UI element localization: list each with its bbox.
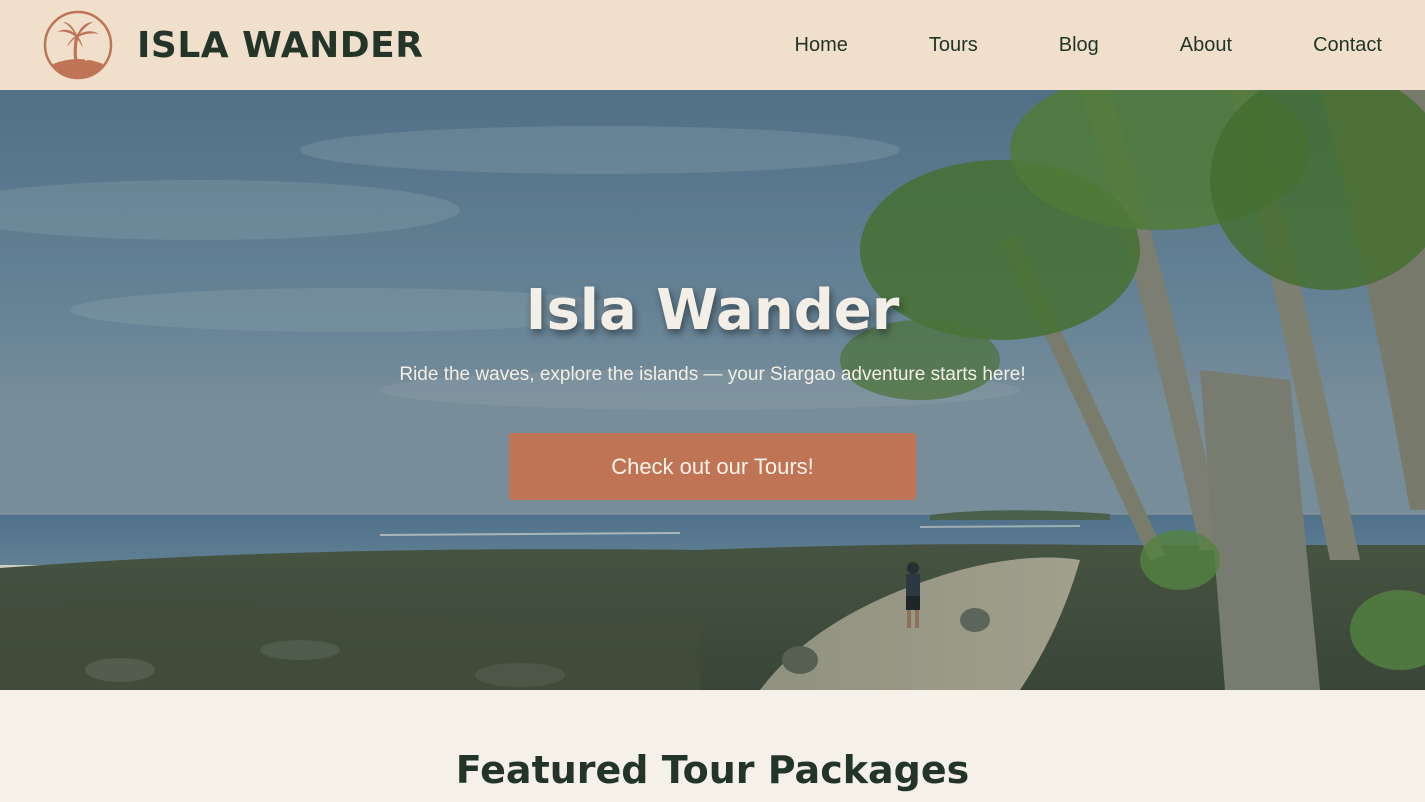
featured-tours-section: Featured Tour Packages (0, 690, 1425, 802)
nav-item-contact[interactable]: Contact (1313, 34, 1382, 57)
check-tours-button[interactable]: Check out our Tours! (509, 433, 916, 500)
nav-item-blog[interactable]: Blog (1059, 34, 1099, 57)
nav-item-tours[interactable]: Tours (929, 34, 978, 57)
featured-tours-title: Featured Tour Packages (455, 748, 970, 792)
hero-section: Isla Wander Ride the waves, explore the … (0, 90, 1425, 690)
site-header: ISLA WANDER Home Tours Blog About Contac… (0, 0, 1425, 90)
hero-overlay (0, 90, 1425, 690)
palm-island-logo-icon[interactable] (43, 10, 113, 80)
brand-name[interactable]: ISLA WANDER (137, 25, 423, 66)
main-nav: Home Tours Blog About Contact (795, 34, 1383, 57)
nav-item-about[interactable]: About (1180, 34, 1232, 57)
nav-item-home[interactable]: Home (795, 34, 848, 57)
hero-subtitle: Ride the waves, explore the islands — yo… (399, 364, 1026, 385)
hero-title: Isla Wander (525, 278, 900, 343)
